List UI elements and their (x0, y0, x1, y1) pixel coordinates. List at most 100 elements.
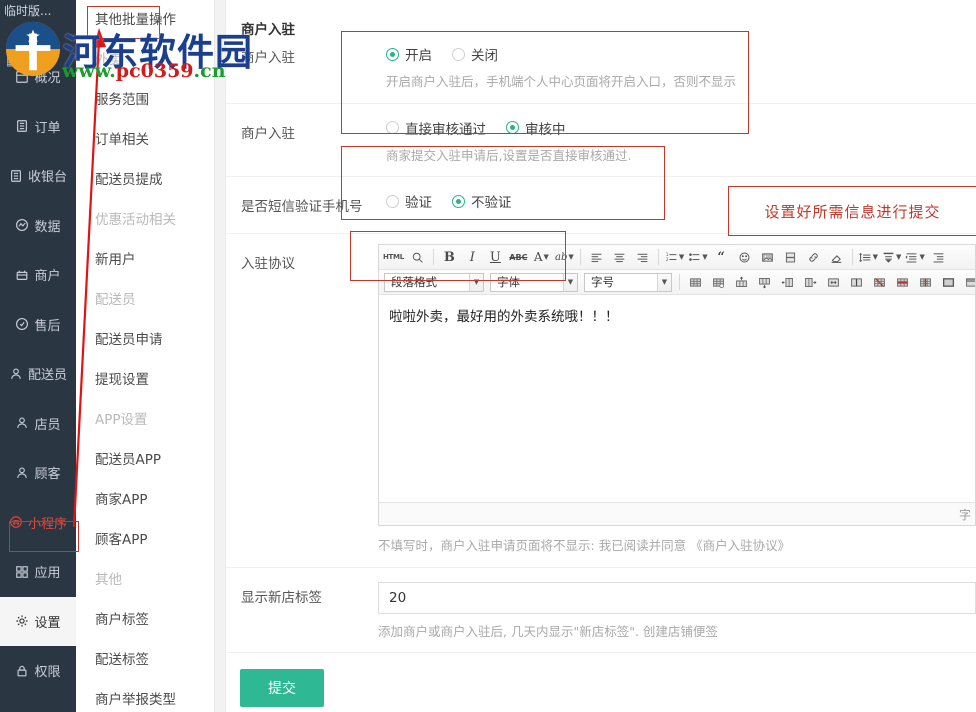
sidebar-item-label: 数据 (34, 216, 60, 235)
insert-col-right-button[interactable] (800, 271, 821, 293)
delete-col-button[interactable] (915, 271, 936, 293)
label-entry-agreement: 入驻协议 (226, 234, 376, 290)
eraser-button[interactable] (826, 246, 847, 268)
indent-spacing-button[interactable]: ▼ (904, 246, 925, 268)
radio-label: 验证 (405, 191, 432, 211)
font-size-select[interactable]: 字号▼ (584, 273, 672, 292)
paragraph-format-select[interactable]: 段落格式▼ (384, 273, 484, 292)
select-label: 字号 (585, 274, 657, 290)
subnav-item-17[interactable]: 商户举报类型 (76, 680, 214, 712)
editor-status-bar: 字 (379, 502, 975, 525)
line-height-button[interactable]: ▼ (858, 246, 879, 268)
unordered-list-button[interactable]: ▼ (687, 246, 708, 268)
subnav-item-11[interactable]: 配送员APP (76, 440, 214, 480)
insert-col-left-button[interactable] (777, 271, 798, 293)
table-style-button[interactable] (961, 271, 975, 293)
sidebar-item-13[interactable]: 1系统 (0, 696, 76, 712)
align-center-button[interactable] (609, 246, 630, 268)
submit-button[interactable]: 提交 (240, 669, 324, 707)
subnav-item-6[interactable]: 新用户 (76, 240, 214, 280)
paragraph-spacing-button[interactable]: ▼ (881, 246, 902, 268)
subnav-item-2[interactable]: 服务范围 (76, 80, 214, 120)
underline-button[interactable]: U (485, 246, 506, 268)
subnav-item-13[interactable]: 顾客APP (76, 520, 214, 560)
radio-group-audit: 直接审核通过 审核中 (376, 118, 964, 138)
lock-icon (15, 664, 29, 678)
toolbar-separator (679, 274, 680, 290)
radio-audit-pending[interactable]: 审核中 (506, 118, 566, 138)
sidebar-item-10[interactable]: 应用 (0, 547, 76, 597)
align-left-button[interactable] (586, 246, 607, 268)
sidebar-item-2[interactable]: 收银台 (0, 151, 76, 201)
sidebar-item-0[interactable]: 概况 (0, 52, 76, 102)
align-right-button[interactable] (632, 246, 653, 268)
row-entry-agreement: 入驻协议 HTMLBIUABCA▼ab▼12▼▼“▼▼▼ 段落格式▼字体▼字号▼… (226, 234, 976, 568)
font-family-select[interactable]: 字体▼ (490, 273, 578, 292)
store-icon (15, 268, 29, 282)
subnav-item-12[interactable]: 商家APP (76, 480, 214, 520)
blockquote-button[interactable]: “ (711, 246, 732, 268)
sidebar-item-label: 收银台 (28, 166, 67, 185)
primary-sidebar: 概况订单收银台数据商户售后配送员店员顾客小程序应用设置权限1系统 (0, 0, 76, 712)
split-cell-button[interactable] (846, 271, 867, 293)
sidebar-item-3[interactable]: 数据 (0, 201, 76, 251)
sidebar-item-6[interactable]: 配送员 (0, 349, 76, 399)
merge-cells-button[interactable] (823, 271, 844, 293)
sidebar-item-5[interactable]: 售后 (0, 300, 76, 350)
person-icon (15, 416, 29, 430)
editor-content-area[interactable]: 啦啦外卖，最好用的外卖系统哦！！！ (379, 295, 975, 502)
bold-button[interactable]: B (439, 246, 460, 268)
chevron-down-icon: ▼ (563, 274, 577, 291)
subnav-item-3[interactable]: 订单相关 (76, 120, 214, 160)
html-source-button[interactable]: HTML (382, 246, 405, 268)
radio-dot-icon (386, 195, 399, 208)
delete-table-button[interactable] (869, 271, 890, 293)
sidebar-item-9[interactable]: 小程序 (0, 498, 76, 548)
sidebar-item-12[interactable]: 权限 (0, 646, 76, 696)
insert-row-above-button[interactable] (731, 271, 752, 293)
text-color-button[interactable]: A▼ (531, 246, 552, 268)
subnav-item-15[interactable]: 商户标签 (76, 600, 214, 640)
italic-button[interactable]: I (462, 246, 483, 268)
radio-sms-off[interactable]: 不验证 (452, 191, 512, 211)
insert-link-button[interactable] (803, 246, 824, 268)
sidebar-item-1[interactable]: 订单 (0, 102, 76, 152)
strikethrough-button[interactable]: ABC (508, 246, 529, 268)
ordered-list-button[interactable]: 12▼ (664, 246, 685, 268)
subnav-item-8[interactable]: 配送员申请 (76, 320, 214, 360)
label-new-shop-tag: 显示新店标签 (226, 568, 376, 624)
radio-entry-off[interactable]: 关闭 (452, 44, 498, 64)
highlight-color-button[interactable]: ab▼ (554, 246, 575, 268)
page-break-button[interactable] (780, 246, 801, 268)
subnav-item-9[interactable]: 提现设置 (76, 360, 214, 400)
subnav-item-16[interactable]: 配送标签 (76, 640, 214, 680)
sidebar-item-label: 售后 (34, 315, 60, 334)
indent-button[interactable] (928, 246, 949, 268)
table-properties-button[interactable] (708, 271, 729, 293)
chevron-down-icon: ▼ (469, 274, 483, 291)
radio-audit-direct[interactable]: 直接审核通过 (386, 118, 486, 138)
insert-row-below-button[interactable] (754, 271, 775, 293)
table-border-button[interactable] (938, 271, 959, 293)
section-title: 商户入驻 (226, 0, 376, 42)
rich-text-editor: HTMLBIUABCA▼ab▼12▼▼“▼▼▼ 段落格式▼字体▼字号▼ 啦啦外卖… (378, 244, 976, 526)
hint-merchant-entry: 开启商户入驻后，手机端个人中心页面将开启入口，否则不显示 (376, 73, 964, 91)
emoji-button[interactable] (734, 246, 755, 268)
sidebar-item-7[interactable]: 店员 (0, 399, 76, 449)
delete-row-button[interactable] (892, 271, 913, 293)
sidebar-item-8[interactable]: 顾客 (0, 448, 76, 498)
sidebar-item-label: 概况 (34, 67, 60, 86)
insert-table-button[interactable] (685, 271, 706, 293)
sidebar-item-4[interactable]: 商户 (0, 250, 76, 300)
radio-sms-on[interactable]: 验证 (386, 191, 432, 211)
insert-image-button[interactable] (757, 246, 778, 268)
radio-entry-on[interactable]: 开启 (386, 44, 432, 64)
new-shop-days-input[interactable] (378, 582, 976, 614)
subnav-item-4[interactable]: 配送员提成 (76, 160, 214, 200)
sidebar-item-label: 订单 (34, 117, 60, 136)
subnav-group-7: 配送员 (76, 280, 214, 320)
sidebar-item-11[interactable]: 设置 (0, 597, 76, 647)
preview-button[interactable] (407, 246, 428, 268)
subnav-item-0[interactable]: 其他批量操作 (76, 0, 214, 40)
submit-area: 提交 (226, 653, 976, 707)
